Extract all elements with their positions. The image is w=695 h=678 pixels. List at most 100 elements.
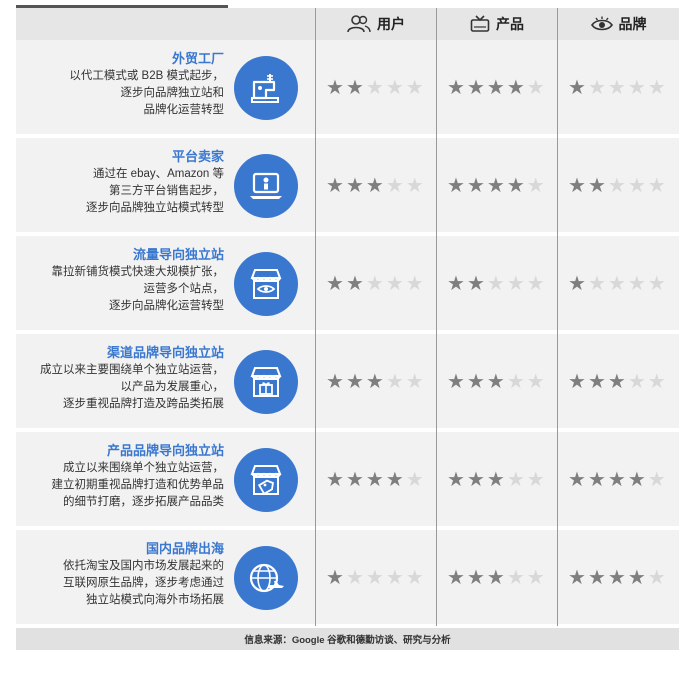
star-rating: ★ ★ ★ ★ ★: [568, 176, 666, 196]
star-empty-icon: ★: [627, 175, 646, 197]
star-filled-icon: ★: [587, 175, 606, 197]
star-filled-icon: ★: [486, 469, 505, 491]
row-text: 逐步向品牌化运营转型: [109, 300, 224, 312]
star-filled-icon: ★: [345, 175, 364, 197]
row-text: 依托淘宝及国内市场发展起来的: [63, 560, 224, 572]
column-label-users: 用户: [377, 16, 405, 32]
star-filled-icon: ★: [447, 77, 465, 99]
row-description: 外贸工厂 以代工模式或 B2B 模式起步， 逐步向品牌独立站和 品牌化运营转型: [4, 50, 224, 119]
star-filled-icon: ★: [447, 273, 465, 295]
star-empty-icon: ★: [506, 371, 525, 393]
row-title: 产品品牌导向独立站: [106, 443, 224, 458]
star-rating: ★ ★ ★ ★ ★: [447, 372, 545, 392]
star-rating: ★ ★ ★ ★ ★: [568, 78, 666, 98]
row-text: 互联网原生品牌，逐步考虑通过: [63, 577, 224, 589]
star-empty-icon: ★: [385, 371, 404, 393]
star-filled-icon: ★: [466, 273, 485, 295]
star-rating: ★ ★ ★ ★ ★: [326, 176, 424, 196]
star-empty-icon: ★: [385, 567, 404, 589]
store-gift-icon: [234, 350, 298, 414]
column-label-brand: 品牌: [618, 16, 647, 32]
star-filled-icon: ★: [326, 273, 344, 295]
row-text: 成立以来围绕单个独立站运营，: [63, 462, 224, 474]
star-empty-icon: ★: [405, 469, 424, 491]
star-rating: ★ ★ ★ ★ ★: [326, 372, 424, 392]
column-divider: [315, 8, 316, 626]
star-filled-icon: ★: [326, 567, 344, 589]
star-empty-icon: ★: [526, 567, 545, 589]
star-empty-icon: ★: [526, 469, 545, 491]
star-filled-icon: ★: [568, 273, 586, 295]
star-empty-icon: ★: [647, 567, 666, 589]
row-text: 以代工模式或 B2B 模式起步，: [69, 70, 224, 82]
star-filled-icon: ★: [447, 567, 465, 589]
star-empty-icon: ★: [647, 175, 666, 197]
source-note: 信息来源：Google 谷歌和德勤访谈、研究与分析: [244, 635, 451, 646]
star-rating: ★ ★ ★ ★ ★: [326, 274, 424, 294]
row-description: 平台卖家 通过在 ebay、Amazon 等 第三方平台销售起步， 逐步向品牌独…: [4, 148, 224, 217]
star-filled-icon: ★: [345, 371, 364, 393]
star-filled-icon: ★: [326, 469, 344, 491]
star-filled-icon: ★: [486, 175, 505, 197]
star-empty-icon: ★: [627, 77, 646, 99]
star-empty-icon: ★: [526, 77, 545, 99]
star-empty-icon: ★: [405, 175, 424, 197]
star-empty-icon: ★: [526, 175, 545, 197]
star-empty-icon: ★: [647, 273, 666, 295]
star-filled-icon: ★: [447, 371, 465, 393]
column-header-product: 产品: [437, 8, 557, 40]
row-text: 建立初期重视品牌打造和优势单品: [51, 479, 225, 491]
row-text: 运营多个站点，: [143, 283, 225, 295]
star-empty-icon: ★: [365, 273, 384, 295]
star-rating: ★ ★ ★ ★ ★: [568, 470, 666, 490]
column-header-brand: 品牌: [558, 8, 679, 40]
star-empty-icon: ★: [385, 273, 404, 295]
star-empty-icon: ★: [587, 273, 606, 295]
star-empty-icon: ★: [385, 77, 404, 99]
star-filled-icon: ★: [607, 567, 626, 589]
star-filled-icon: ★: [627, 469, 646, 491]
star-empty-icon: ★: [405, 567, 424, 589]
row-description: 国内品牌出海 依托淘宝及国内市场发展起来的 互联网原生品牌，逐步考虑通过 独立站…: [4, 540, 224, 609]
star-filled-icon: ★: [607, 371, 626, 393]
star-empty-icon: ★: [647, 371, 666, 393]
star-rating: ★ ★ ★ ★ ★: [326, 78, 424, 98]
star-rating: ★ ★ ★ ★ ★: [568, 372, 666, 392]
column-divider: [557, 8, 558, 626]
row-text: 靠拉新铺货模式快速大规模扩张，: [51, 266, 225, 278]
star-rating: ★ ★ ★ ★ ★: [326, 568, 424, 588]
star-filled-icon: ★: [326, 371, 344, 393]
star-filled-icon: ★: [587, 567, 606, 589]
star-empty-icon: ★: [526, 273, 545, 295]
star-empty-icon: ★: [506, 469, 525, 491]
row-text: 逐步向品牌独立站模式转型: [86, 202, 224, 214]
row-text: 以产品为发展重心，: [120, 381, 225, 393]
star-rating: ★ ★ ★ ★ ★: [447, 78, 545, 98]
star-filled-icon: ★: [385, 469, 404, 491]
comparison-table-page: 用户 产品 品牌 外贸工厂 以代工模式或 B2B 模式起步， 逐步向品牌独立站和…: [0, 0, 695, 678]
row-text: 第三方平台销售起步，: [109, 185, 224, 197]
star-filled-icon: ★: [506, 77, 525, 99]
star-empty-icon: ★: [345, 567, 364, 589]
store-tag-icon: [234, 448, 298, 512]
star-filled-icon: ★: [568, 469, 586, 491]
star-empty-icon: ★: [627, 273, 646, 295]
row-text: 品牌化运营转型: [143, 104, 225, 116]
star-filled-icon: ★: [326, 77, 344, 99]
row-title: 外贸工厂: [171, 51, 224, 66]
row-description: 流量导向独立站 靠拉新铺货模式快速大规模扩张， 运营多个站点， 逐步向品牌化运营…: [4, 246, 225, 315]
star-filled-icon: ★: [486, 77, 505, 99]
column-divider: [436, 8, 437, 626]
star-filled-icon: ★: [466, 175, 485, 197]
row-title: 平台卖家: [171, 149, 224, 164]
store-eye-icon: [234, 252, 298, 316]
star-filled-icon: ★: [607, 469, 626, 491]
star-filled-icon: ★: [587, 371, 606, 393]
row-title: 流量导向独立站: [132, 247, 224, 262]
row-text: 逐步向品牌独立站和: [120, 87, 225, 99]
star-rating: ★ ★ ★ ★ ★: [568, 568, 666, 588]
star-filled-icon: ★: [568, 567, 586, 589]
star-filled-icon: ★: [587, 469, 606, 491]
star-filled-icon: ★: [486, 567, 505, 589]
star-empty-icon: ★: [405, 273, 424, 295]
